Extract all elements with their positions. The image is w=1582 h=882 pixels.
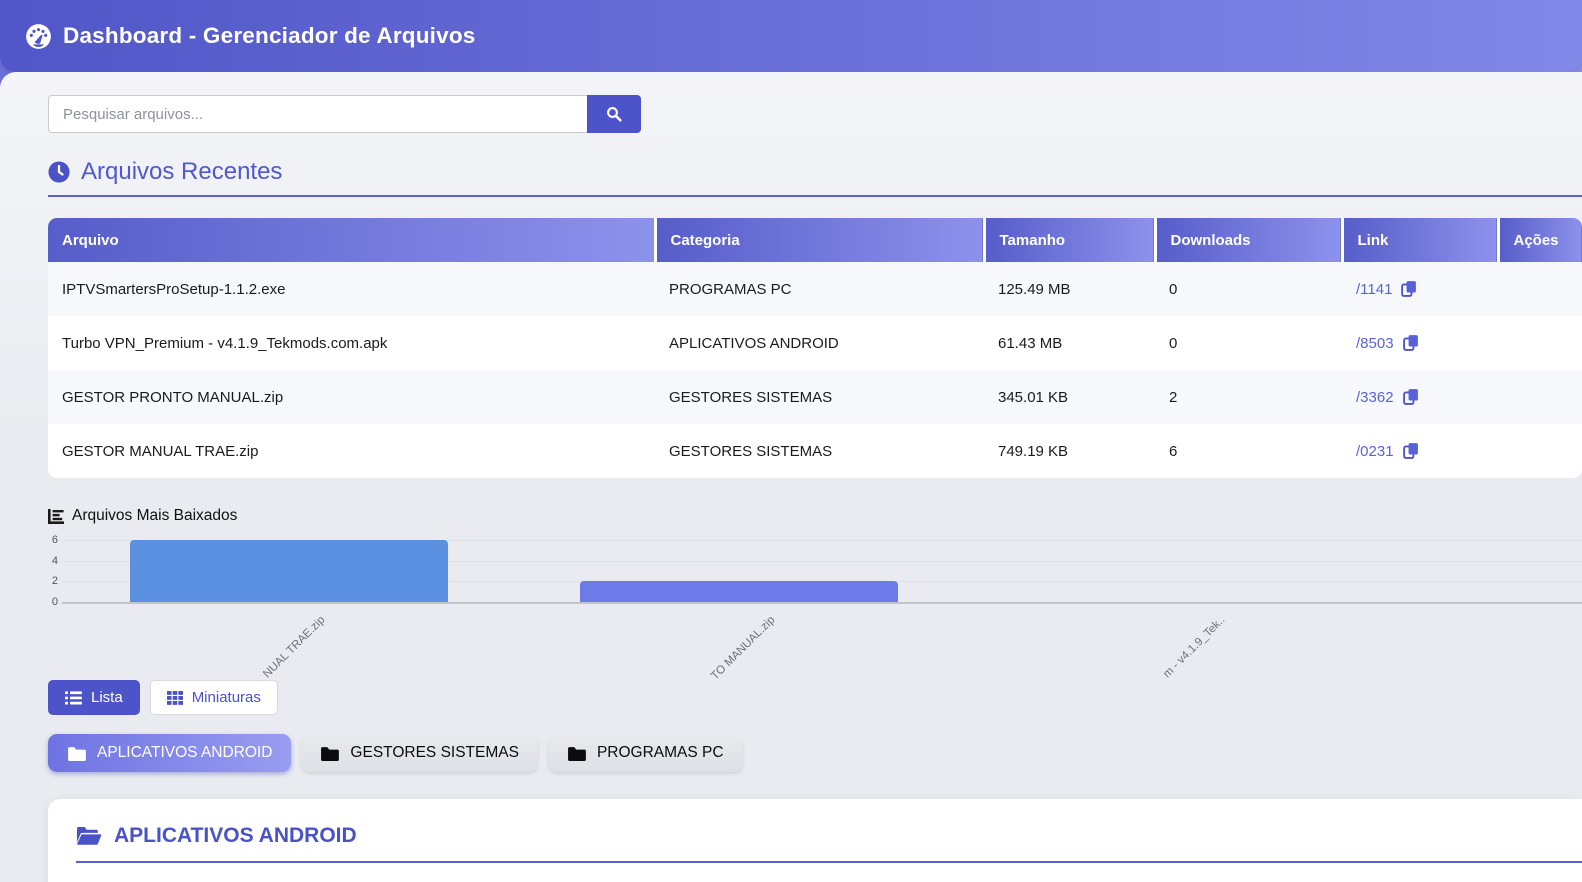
column-header-link: Link [1342, 218, 1498, 262]
actions-cell [1498, 262, 1582, 316]
column-header-acoes: Ações [1498, 218, 1582, 262]
folder-icon [67, 746, 86, 761]
view-toggle: Lista Miniaturas [48, 680, 1582, 715]
chart-y-tick-label: 4 [48, 556, 58, 567]
file-name-cell: GESTOR MANUAL TRAE.zip [48, 424, 655, 478]
page-title: Dashboard - Gerenciador de Arquivos [63, 23, 476, 49]
category-card-heading: APLICATIVOS ANDROID [76, 824, 1582, 848]
files-table: Arquivo Categoria Tamanho Downloads Link… [48, 218, 1582, 478]
table-row: GESTOR MANUAL TRAE.zip GESTORES SISTEMAS… [48, 424, 1582, 478]
grid-icon [167, 691, 183, 705]
file-name-cell: GESTOR PRONTO MANUAL.zip [48, 370, 655, 424]
category-filter-label: APLICATIVOS ANDROID [97, 744, 272, 762]
list-view-button[interactable]: Lista [48, 680, 140, 715]
main-content: Arquivos Recentes Arquivo Categoria Tama… [0, 72, 1582, 882]
downloads-cell: 0 [1155, 316, 1342, 370]
chart-x-axis-line [62, 602, 1582, 604]
file-link[interactable]: /8503 [1356, 335, 1394, 352]
column-header-downloads: Downloads [1155, 218, 1342, 262]
category-filter-button[interactable]: APLICATIVOS ANDROID [48, 734, 291, 772]
link-cell: /1141 [1342, 262, 1498, 316]
bar-chart-icon [48, 509, 64, 524]
category-cell: GESTORES SISTEMAS [655, 370, 984, 424]
copy-icon[interactable] [1401, 280, 1417, 297]
table-header-row: Arquivo Categoria Tamanho Downloads Link… [48, 218, 1582, 262]
app-header: Dashboard - Gerenciador de Arquivos [0, 0, 1582, 72]
files-table-body: IPTVSmartersProSetup-1.1.2.exe PROGRAMAS… [48, 262, 1582, 478]
chart-bar [580, 581, 898, 602]
category-filter-label: PROGRAMAS PC [597, 744, 724, 762]
column-header-categoria: Categoria [655, 218, 984, 262]
category-cell: APLICATIVOS ANDROID [655, 316, 984, 370]
search-bar [48, 95, 1582, 133]
table-row: IPTVSmartersProSetup-1.1.2.exe PROGRAMAS… [48, 262, 1582, 316]
downloads-chart: 6420NUAL TRAE.zipTO MANUAL.zipm - v4.1.9… [48, 532, 1582, 602]
size-cell: 749.19 KB [984, 424, 1155, 478]
table-row: Turbo VPN_Premium - v4.1.9_Tekmods.com.a… [48, 316, 1582, 370]
chart-bar [130, 540, 448, 602]
size-cell: 125.49 MB [984, 262, 1155, 316]
category-filter-button[interactable]: PROGRAMAS PC [548, 734, 743, 772]
category-card-title: APLICATIVOS ANDROID [114, 824, 357, 848]
chart-heading: Arquivos Mais Baixados [48, 507, 1582, 525]
column-header-arquivo: Arquivo [48, 218, 655, 262]
search-button[interactable] [587, 95, 641, 133]
chart-y-tick-label: 6 [48, 535, 58, 546]
chart-y-tick-label: 0 [48, 597, 58, 608]
actions-cell [1498, 316, 1582, 370]
folder-icon [567, 746, 586, 761]
file-link[interactable]: /1141 [1356, 281, 1392, 298]
clock-icon [48, 161, 70, 183]
downloads-cell: 2 [1155, 370, 1342, 424]
copy-icon[interactable] [1403, 388, 1419, 405]
downloads-cell: 0 [1155, 262, 1342, 316]
category-filter-row: APLICATIVOS ANDROID GESTORES SISTEMAS PR… [48, 734, 1582, 772]
chart-title: Arquivos Mais Baixados [72, 507, 237, 525]
open-folder-icon [76, 826, 102, 846]
category-filter-button[interactable]: GESTORES SISTEMAS [301, 734, 538, 772]
size-cell: 345.01 KB [984, 370, 1155, 424]
size-cell: 61.43 MB [984, 316, 1155, 370]
recent-files-heading: Arquivos Recentes [48, 158, 1582, 186]
search-input[interactable] [48, 95, 588, 133]
search-icon [606, 106, 622, 122]
file-name-cell: Turbo VPN_Premium - v4.1.9_Tekmods.com.a… [48, 316, 655, 370]
recent-files-title: Arquivos Recentes [81, 158, 282, 186]
link-cell: /3362 [1342, 370, 1498, 424]
recent-files-divider [48, 195, 1582, 197]
file-link[interactable]: /3362 [1356, 389, 1394, 406]
thumbnails-view-button[interactable]: Miniaturas [150, 680, 278, 715]
downloads-cell: 6 [1155, 424, 1342, 478]
file-name-cell: IPTVSmartersProSetup-1.1.2.exe [48, 262, 655, 316]
list-icon [65, 691, 82, 705]
chart-x-label: NUAL TRAE.zip [261, 614, 327, 680]
list-view-label: Lista [91, 689, 123, 706]
copy-icon[interactable] [1403, 442, 1419, 459]
link-cell: /0231 [1342, 424, 1498, 478]
category-cell: GESTORES SISTEMAS [655, 424, 984, 478]
column-header-tamanho: Tamanho [984, 218, 1155, 262]
thumbnails-view-label: Miniaturas [192, 689, 261, 706]
copy-icon[interactable] [1403, 334, 1419, 351]
chart-y-tick-label: 2 [48, 576, 58, 587]
files-table-wrap: Arquivo Categoria Tamanho Downloads Link… [48, 218, 1582, 478]
chart-x-label: m - v4.1.9_Tek.. [1161, 614, 1227, 680]
chart-x-label: TO MANUAL.zip [709, 614, 777, 682]
file-link[interactable]: /0231 [1356, 443, 1394, 460]
folder-icon [320, 746, 339, 761]
category-cell: PROGRAMAS PC [655, 262, 984, 316]
actions-cell [1498, 424, 1582, 478]
actions-cell [1498, 370, 1582, 424]
link-cell: /8503 [1342, 316, 1498, 370]
dashboard-gauge-icon [25, 23, 52, 50]
category-card-divider [76, 861, 1582, 863]
table-row: GESTOR PRONTO MANUAL.zip GESTORES SISTEM… [48, 370, 1582, 424]
category-card: APLICATIVOS ANDROID [48, 799, 1582, 882]
category-filter-label: GESTORES SISTEMAS [350, 744, 519, 762]
